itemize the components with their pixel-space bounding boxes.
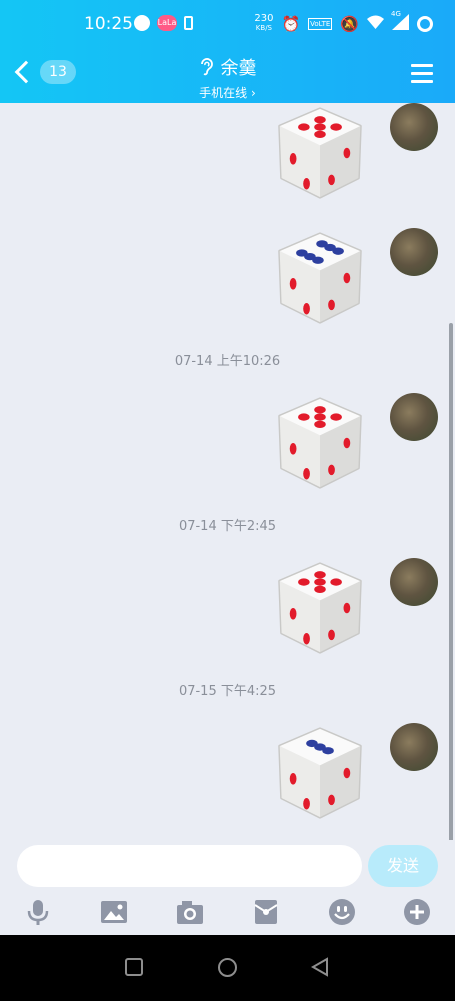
dice-icon[interactable] [272, 105, 368, 201]
dice-pip [314, 413, 326, 421]
dice-pip [303, 302, 310, 315]
dice-icon[interactable] [272, 560, 368, 656]
toolbar [0, 898, 455, 928]
dice-pip [314, 578, 326, 586]
dice-pip [314, 116, 326, 124]
dice-icon[interactable] [272, 725, 368, 821]
avatar[interactable] [390, 103, 438, 151]
dice-pip [343, 767, 351, 779]
alarm-icon: ⏰ [281, 14, 301, 33]
avatar[interactable] [390, 228, 438, 276]
network-speed: 230 KB/S [254, 14, 273, 33]
dice-pip [303, 797, 310, 810]
message-row [0, 558, 438, 658]
back-nav-icon[interactable] [310, 957, 330, 977]
contact-title: 余羹 [199, 54, 257, 80]
chevron-right-icon: › [251, 86, 256, 100]
message-row [0, 228, 438, 328]
lala-app-icon: LaLa [157, 15, 177, 31]
red-packet-icon[interactable] [252, 898, 280, 926]
input-bar: 发送 [0, 840, 455, 935]
avatar[interactable] [390, 723, 438, 771]
dice-pip [298, 123, 310, 131]
ear-icon [200, 58, 213, 76]
send-button[interactable]: 发送 [368, 845, 438, 887]
dice-pip [314, 123, 326, 131]
dice-pip [314, 130, 326, 139]
dice-pip [343, 272, 351, 284]
scrollbar[interactable] [449, 323, 453, 840]
notification-icons: LaLa [134, 15, 193, 31]
dice-pip [328, 464, 335, 476]
dice-pip [343, 602, 351, 614]
message-list[interactable]: 07-14 上午10:26 07-14 下午2:45 07-15 下午4:25 [0, 103, 455, 840]
dice-pip [328, 174, 335, 186]
avatar[interactable] [390, 393, 438, 441]
dice-pip [303, 632, 310, 645]
wifi-icon [367, 15, 384, 32]
dice-pip [312, 256, 324, 264]
avatar[interactable] [390, 558, 438, 606]
phone-notification-icon [184, 16, 193, 30]
notification-app-icon [134, 15, 150, 31]
microphone-icon[interactable] [24, 898, 52, 926]
dice-pip [289, 608, 297, 620]
status-bar: 10:25 LaLa 230 KB/S ⏰ VoLTE 🔕 4G [0, 0, 455, 50]
status-right-icons: 230 KB/S ⏰ VoLTE 🔕 4G [254, 10, 433, 33]
dice-pip [343, 147, 351, 159]
message-row [0, 103, 438, 203]
dice-icon[interactable] [272, 230, 368, 326]
dice-icon[interactable] [272, 395, 368, 491]
message-row [0, 393, 438, 493]
dice-pip [330, 578, 342, 586]
dice-pip [298, 578, 310, 586]
dice-pip [303, 467, 310, 480]
dice-pip [289, 278, 297, 290]
home-icon[interactable] [217, 957, 238, 978]
dice-pip [332, 247, 344, 255]
dice-pip [289, 153, 297, 165]
contact-name: 余羹 [220, 58, 257, 79]
mute-icon: 🔕 [340, 14, 359, 33]
dice-pip [328, 794, 335, 806]
signal-icon: 4G [391, 10, 409, 33]
dice-pip [314, 406, 326, 414]
dice-pip [314, 420, 326, 429]
image-icon[interactable] [100, 898, 128, 926]
plus-icon[interactable] [403, 898, 431, 926]
dice-pip [328, 629, 335, 641]
online-status: 手机在线 › [0, 84, 455, 101]
network-speed-value: 230 [254, 13, 274, 24]
camera-icon[interactable] [176, 898, 204, 926]
online-status-text: 手机在线 [199, 86, 248, 100]
volte-icon: VoLTE [308, 17, 333, 30]
dice-pip [330, 123, 342, 131]
network-speed-unit: KB/S [255, 24, 272, 32]
recent-apps-icon[interactable] [124, 957, 144, 977]
dice-pip [330, 413, 342, 421]
emoji-icon[interactable] [328, 898, 356, 926]
status-time: 10:25 [84, 14, 133, 34]
contact-info[interactable]: 余羹 手机在线 › [0, 54, 455, 101]
chat-header: 10:25 LaLa 230 KB/S ⏰ VoLTE 🔕 4G 13 余羹 手… [0, 0, 455, 103]
message-timestamp: 07-15 下午4:25 [178, 684, 277, 699]
dice-pip [314, 571, 326, 579]
dice-pip [289, 443, 297, 455]
dice-pip [289, 773, 297, 785]
dice-pip [314, 585, 326, 594]
battery-icon [417, 15, 433, 32]
dice-pip [306, 739, 318, 748]
dice-pip [343, 437, 351, 449]
menu-button[interactable] [411, 64, 433, 88]
dice-pip [298, 413, 310, 421]
system-nav-bar [0, 935, 455, 1001]
dice-pip [328, 299, 335, 311]
message-row [0, 723, 438, 823]
dice-pip [303, 177, 310, 190]
message-input[interactable] [17, 845, 362, 887]
message-timestamp: 07-14 上午10:26 [174, 354, 281, 369]
message-timestamp: 07-14 下午2:45 [178, 519, 277, 534]
dice-pip [322, 747, 334, 755]
signal-label: 4G [391, 10, 401, 18]
